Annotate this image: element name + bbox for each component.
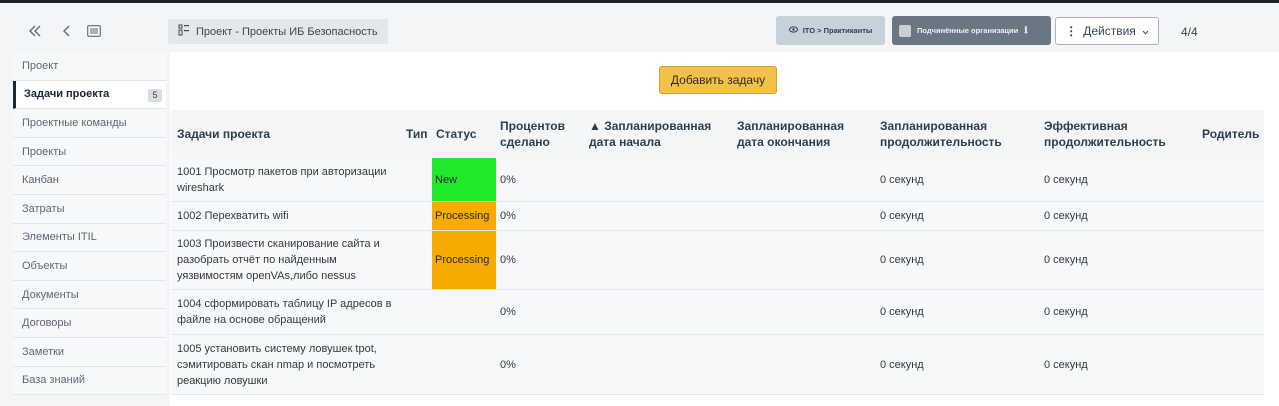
subordinate-button-label: Подчинённые организации [917,26,1019,35]
effective-duration: 0 секунд [1044,358,1088,371]
status-badge: Processing [432,231,496,289]
sidebar-item-project-teams[interactable]: Проектные команды [13,109,166,138]
column-header-planned-start[interactable]: ▲ Запланированная дата начала [589,110,721,158]
task-name[interactable]: 1001 Просмотр пакетов при авторизации wi… [177,158,402,201]
column-header-planned-end[interactable]: Запланированная дата окончания [737,110,867,158]
sidebar-item-label: Проектные команды [22,116,127,129]
table-header: Задачи проекта Тип Статус Процентов сдел… [171,110,1264,158]
breadcrumb-text: Проект - Проекты ИБ Безопасность [196,25,378,38]
sidebar-item-project[interactable]: Проект [13,52,166,81]
kebab-icon: ⋮ [1065,24,1078,38]
task-name[interactable]: 1005 установить систему ловушек tpot, сэ… [177,335,402,394]
info-icon: ℹ [1024,25,1028,35]
planned-duration: 0 секунд [880,173,924,186]
percent-done: 0% [500,173,516,186]
column-header-planned-duration[interactable]: Запланированная продолжительность [880,110,1030,158]
table-row[interactable]: 1001 Просмотр пакетов при авторизации wi… [171,158,1264,202]
list-icon[interactable] [86,23,102,39]
percent-done: 0% [500,358,516,371]
sidebar-item-notes[interactable]: Заметки [13,337,166,367]
sidebar-item-label: Проект [22,59,59,72]
effective-duration: 0 секунд [1044,306,1088,318]
project-icon [178,24,190,39]
column-header-effective-duration[interactable]: Эффективная продолжительность [1044,110,1194,158]
sidebar-item-label: Заметки [22,345,65,358]
sidebar-item-label: Затраты [22,202,65,215]
count-badge: 5 [148,88,162,102]
sidebar-item-project-tasks[interactable]: Задачи проекта 5 [13,80,166,110]
percent-done: 0% [500,210,516,222]
table-row[interactable]: 1002 Перехватить wifi Processing 0% 0 се… [171,202,1264,231]
main-panel: Добавить задачу Задачи проекта Тип Стату… [170,52,1279,406]
actions-button-label: Действия [1083,24,1136,38]
effective-duration: 0 секунд [1044,173,1088,186]
column-header-task[interactable]: Задачи проекта [177,110,397,158]
column-header-type[interactable]: Тип [406,110,430,158]
task-name[interactable]: 1004 сформировать таблицу IP адресов в ф… [177,290,402,334]
table-row[interactable]: 1004 сформировать таблицу IP адресов в ф… [171,290,1264,335]
planned-duration: 0 секунд [880,358,924,371]
breadcrumb[interactable]: Проект - Проекты ИБ Безопасность [168,19,388,44]
status-badge: Processing [432,202,496,230]
chevron-left-icon[interactable] [59,23,75,39]
planned-duration: 0 секунд [880,306,924,318]
subordinate-organizations-button[interactable]: Подчинённые организации ℹ [892,16,1051,45]
sidebar-item-label: Документы [22,288,79,301]
add-task-button[interactable]: Добавить задачу [659,66,777,94]
column-header-status[interactable]: Статус [436,110,496,158]
sidebar-item-contracts[interactable]: Договоры [13,309,166,338]
sidebar-item-knowledge-base[interactable]: База знаний [13,366,166,396]
effective-duration: 0 секунд [1044,210,1088,222]
double-chevron-left-icon[interactable] [27,23,43,39]
sidebar-item-label: Канбан [22,174,59,187]
sidebar-item-label: База знаний [22,374,86,387]
sidebar-item-objects[interactable]: Объекты [13,252,166,281]
planned-duration: 0 секунд [880,254,924,266]
percent-done: 0% [500,306,516,318]
sidebar-item-costs[interactable]: Затраты [13,194,166,224]
sidebar-item-label: Объекты [22,259,68,272]
chevron-down-icon [1142,24,1149,38]
percent-done: 0% [500,254,516,266]
sidebar-item-projects[interactable]: Проекты [13,137,166,167]
column-header-parent[interactable]: Родитель [1202,110,1262,158]
sidebar-item-kanban[interactable]: Канбан [13,166,166,195]
planned-duration: 0 секунд [880,210,924,222]
eye-icon [788,26,798,35]
sidebar-nav: Проект Задачи проекта 5 Проектные команд… [13,52,166,406]
sidebar-item-label: Задачи проекта [24,88,110,101]
effective-duration: 0 секунд [1044,254,1088,266]
sidebar-item-label: Договоры [22,317,72,330]
column-header-percent-done[interactable]: Процентов сделано [500,110,580,158]
sidebar-item-itil-elements[interactable]: Элементы ITIL [13,223,166,253]
status-badge: New [432,158,496,201]
sidebar-item-documents[interactable]: Документы [13,280,166,310]
table-row[interactable]: 1005 установить систему ловушек tpot, сэ… [171,335,1264,395]
sidebar-item-label: Проекты [22,145,67,158]
actions-button[interactable]: ⋮ Действия [1055,17,1159,45]
table-row[interactable]: 1003 Произвести сканирование сайта и раз… [171,231,1264,290]
subordinate-checkbox[interactable] [899,24,911,37]
sidebar-item-label: Элементы ITIL [22,231,97,244]
task-name[interactable]: 1003 Произвести сканирование сайта и раз… [177,231,402,289]
ito-button[interactable]: ITO > Практиканты [776,16,885,45]
task-name[interactable]: 1002 Перехватить wifi [177,202,402,230]
page-counter: 4/4 [1181,25,1198,39]
top-toolbar: Проект - Проекты ИБ Безопасность ITO > П… [0,3,1279,50]
ito-button-label: ITO > Практиканты [802,26,873,35]
